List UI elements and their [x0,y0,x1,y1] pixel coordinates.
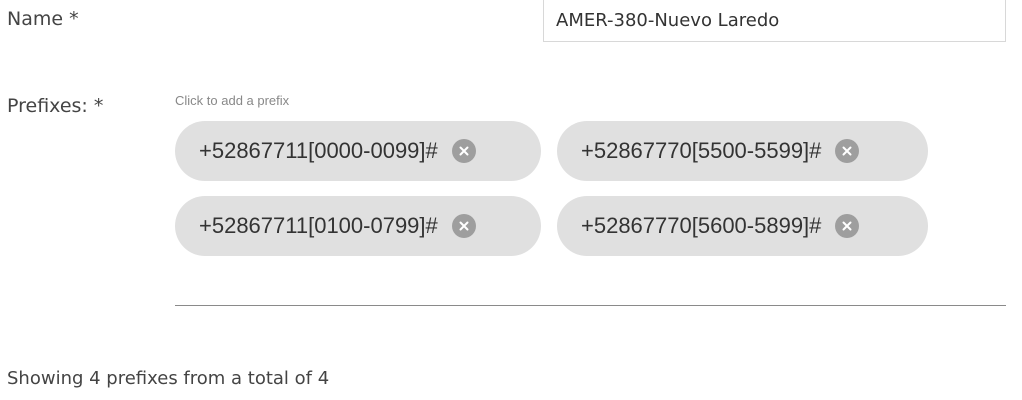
prefix-chip-label: +52867711[0100-0799]# [199,213,438,238]
close-circle-icon[interactable] [835,139,860,163]
prefix-chip-label: +52867770[5600-5899]# [581,213,822,238]
close-circle-icon[interactable] [835,214,860,238]
prefix-chip: +52867770[5600-5899]# [557,196,928,256]
prefix-chip-label: +52867770[5500-5599]# [581,138,822,163]
prefix-chip: +52867770[5500-5599]# [557,121,928,181]
prefix-input-underline [175,305,1006,306]
prefixes-field-label: Prefixes: * [7,95,104,117]
name-field-label: Name * [7,8,79,30]
close-circle-icon[interactable] [451,214,476,238]
name-input[interactable] [543,0,1006,42]
prefix-chip: +52867711[0100-0799]# [175,196,541,256]
add-prefix-hint[interactable]: Click to add a prefix [175,93,289,108]
prefix-chip-label: +52867711[0000-0099]# [199,138,438,163]
prefix-count-summary: Showing 4 prefixes from a total of 4 [7,368,330,389]
close-circle-icon[interactable] [451,139,476,163]
prefix-chip: +52867711[0000-0099]# [175,121,541,181]
